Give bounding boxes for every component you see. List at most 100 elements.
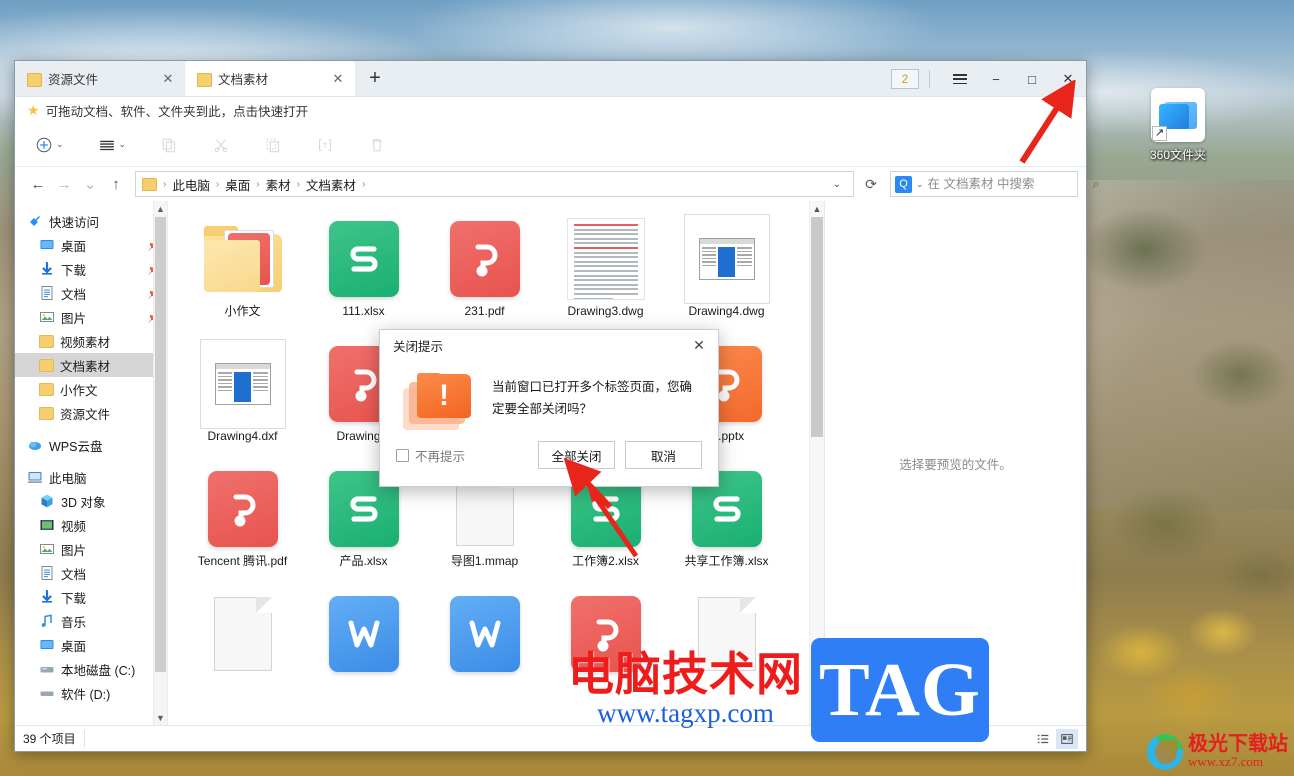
orange-warning-folder-icon: !: [396, 364, 482, 432]
favorites-hint-bar[interactable]: ★ 可拖动文档、软件、文件夹到此，点击快速打开: [15, 97, 1086, 123]
sidebar-item-label: 下载: [61, 591, 87, 606]
tab-close-icon[interactable]: ✕: [159, 70, 177, 88]
sidebar-item-documents[interactable]: 文档 📌: [15, 281, 167, 305]
file-item[interactable]: 111.xlsx: [303, 211, 424, 336]
tab-resource-files[interactable]: 资源文件 ✕: [15, 61, 185, 96]
rename-button[interactable]: T: [310, 129, 340, 161]
sidebar-item-desktop[interactable]: 桌面 📌: [15, 233, 167, 257]
file-name: 工作簿2.xlsx: [572, 554, 639, 568]
desktop-shortcut-360folder[interactable]: ↗ 360文件夹: [1135, 88, 1221, 163]
large-icons-view-button[interactable]: [1056, 728, 1078, 749]
magnifier-icon[interactable]: ⌕: [1093, 176, 1100, 192]
sidebar-item-video-materials[interactable]: 视频素材: [15, 329, 167, 353]
wps-s-glyph: [591, 496, 620, 522]
sidebar-item-music[interactable]: 音乐: [15, 609, 167, 633]
dialog-close-icon[interactable]: ✕: [686, 333, 712, 357]
window-menu-button[interactable]: [942, 61, 978, 97]
sidebar-group-wps-cloud[interactable]: WPS云盘: [15, 433, 167, 457]
scroll-up-icon[interactable]: ▲: [810, 201, 824, 216]
search-box[interactable]: Q ⌄ ⌕: [890, 171, 1100, 197]
back-button[interactable]: ←: [25, 171, 51, 197]
sidebar-group-this-pc[interactable]: 此电脑: [15, 465, 167, 489]
breadcrumb-dropdown-icon[interactable]: ⌄: [827, 179, 847, 190]
file-item[interactable]: 231.pdf: [424, 211, 545, 336]
dont-remind-checkbox-row[interactable]: 不再提示: [396, 446, 465, 465]
sidebar-item-desktop-pc[interactable]: 桌面: [15, 633, 167, 657]
file-item[interactable]: [545, 586, 666, 711]
breadcrumb-separator: ›: [361, 178, 366, 190]
sidebar-item-short-essay[interactable]: 小作文: [15, 377, 167, 401]
sidebar-item-3d-objects[interactable]: 3D 对象: [15, 489, 167, 513]
copy-button[interactable]: [154, 129, 184, 161]
scroll-down-icon[interactable]: ▼: [154, 710, 167, 725]
scroll-up-icon[interactable]: ▲: [154, 201, 167, 216]
sidebar-item-software-d[interactable]: 软件 (D:): [15, 681, 167, 705]
file-item[interactable]: [182, 586, 303, 711]
sidebar-item-downloads-pc[interactable]: 下载: [15, 585, 167, 609]
new-item-button[interactable]: ⌄: [29, 129, 70, 161]
sidebar-item-label: 文档: [61, 567, 87, 582]
file-name: 111.xlsx: [342, 304, 385, 318]
sidebar-item-downloads[interactable]: 下载 📌: [15, 257, 167, 281]
sidebar-group-quick-access[interactable]: 快速访问: [15, 209, 167, 233]
file-item[interactable]: [424, 586, 545, 711]
tab-document-materials[interactable]: 文档素材 ✕: [185, 61, 355, 96]
maximize-button[interactable]: □: [1014, 61, 1050, 97]
copy-icon: [162, 138, 175, 152]
forward-button[interactable]: →: [51, 171, 77, 197]
close-window-button[interactable]: ✕: [1050, 61, 1086, 97]
chevron-down-icon[interactable]: ⌄: [916, 179, 924, 190]
cancel-button[interactable]: 取消: [625, 441, 702, 469]
new-tab-button[interactable]: +: [361, 63, 389, 93]
file-item[interactable]: 小作文: [182, 211, 303, 336]
sidebar-item-videos[interactable]: 视频: [15, 513, 167, 537]
sidebar-item-resource-files[interactable]: 资源文件: [15, 401, 167, 425]
sidebar-scrollbar[interactable]: ▲ ▼: [153, 201, 167, 725]
file-item[interactable]: Drawing4.dwg: [666, 211, 787, 336]
breadcrumb-item-2[interactable]: 素材: [263, 173, 294, 196]
file-item[interactable]: [303, 586, 424, 711]
sidebar-item-pictures[interactable]: 图片 📌: [15, 305, 167, 329]
dont-remind-label: 不再提示: [415, 449, 466, 464]
drive-icon: [40, 667, 54, 673]
content-scrollbar[interactable]: ▲: [809, 201, 824, 725]
file-item[interactable]: Drawing3.dwg: [545, 211, 666, 336]
up-button[interactable]: ↑: [103, 171, 129, 197]
search-input[interactable]: [927, 177, 1089, 191]
breadcrumb-item-1[interactable]: 桌面: [222, 173, 253, 196]
dont-remind-checkbox[interactable]: [396, 448, 409, 462]
recent-locations-button[interactable]: ⌄: [77, 171, 103, 197]
wps-pdf-icon: [200, 467, 286, 551]
tab-strip: 资源文件 ✕ 文档素材 ✕ + 2 − □ ✕: [15, 61, 1086, 97]
breadcrumb[interactable]: › 此电脑 › 桌面 › 素材 › 文档素材 › ⌄: [135, 171, 854, 197]
file-item[interactable]: [666, 586, 787, 711]
sidebar-item-documents-pc[interactable]: 文档: [15, 561, 167, 585]
refresh-button[interactable]: ⟳: [858, 171, 884, 197]
address-bar-row: ← → ⌄ ↑ › 此电脑 › 桌面 › 素材 › 文档素材 › ⌄ ⟳ Q ⌄…: [15, 167, 1100, 201]
cut-button[interactable]: [206, 129, 236, 161]
details-view-button[interactable]: [1032, 729, 1054, 749]
tab-close-icon[interactable]: ✕: [329, 70, 347, 88]
scrollbar-thumb[interactable]: [811, 217, 823, 437]
file-item[interactable]: Drawing4.dxf: [182, 336, 303, 461]
search-provider-icon[interactable]: Q: [895, 175, 912, 193]
delete-button[interactable]: [362, 129, 392, 161]
sidebar-item-document-materials[interactable]: 文档素材: [15, 353, 167, 377]
breadcrumb-item-3[interactable]: 文档素材: [303, 173, 359, 196]
breadcrumb-separator: ›: [215, 178, 220, 190]
wps-pdf-icon: [442, 217, 528, 301]
tab-label: 资源文件: [48, 73, 99, 87]
close-all-button[interactable]: 全部关闭: [538, 441, 615, 469]
minimize-button[interactable]: −: [978, 61, 1014, 97]
scrollbar-thumb[interactable]: [155, 217, 166, 672]
view-options-button[interactable]: ⌄: [92, 129, 133, 161]
wps-pdf-glyph: [475, 244, 497, 277]
breadcrumb-item-0[interactable]: 此电脑: [169, 173, 213, 196]
close-confirmation-dialog: 关闭提示 ✕ ! 当前窗口已打开多个标签页面，您确定要全部关闭吗？ 不再提示 全…: [379, 329, 719, 487]
paste-button[interactable]: [258, 129, 288, 161]
tab-counter-badge[interactable]: 2: [891, 69, 919, 89]
file-item[interactable]: Tencent 腾讯.pdf: [182, 461, 303, 586]
sidebar-item-local-disk-c[interactable]: 本地磁盘 (C:): [15, 657, 167, 681]
wps-writer-icon: [321, 592, 407, 676]
sidebar-item-pictures-pc[interactable]: 图片: [15, 537, 167, 561]
